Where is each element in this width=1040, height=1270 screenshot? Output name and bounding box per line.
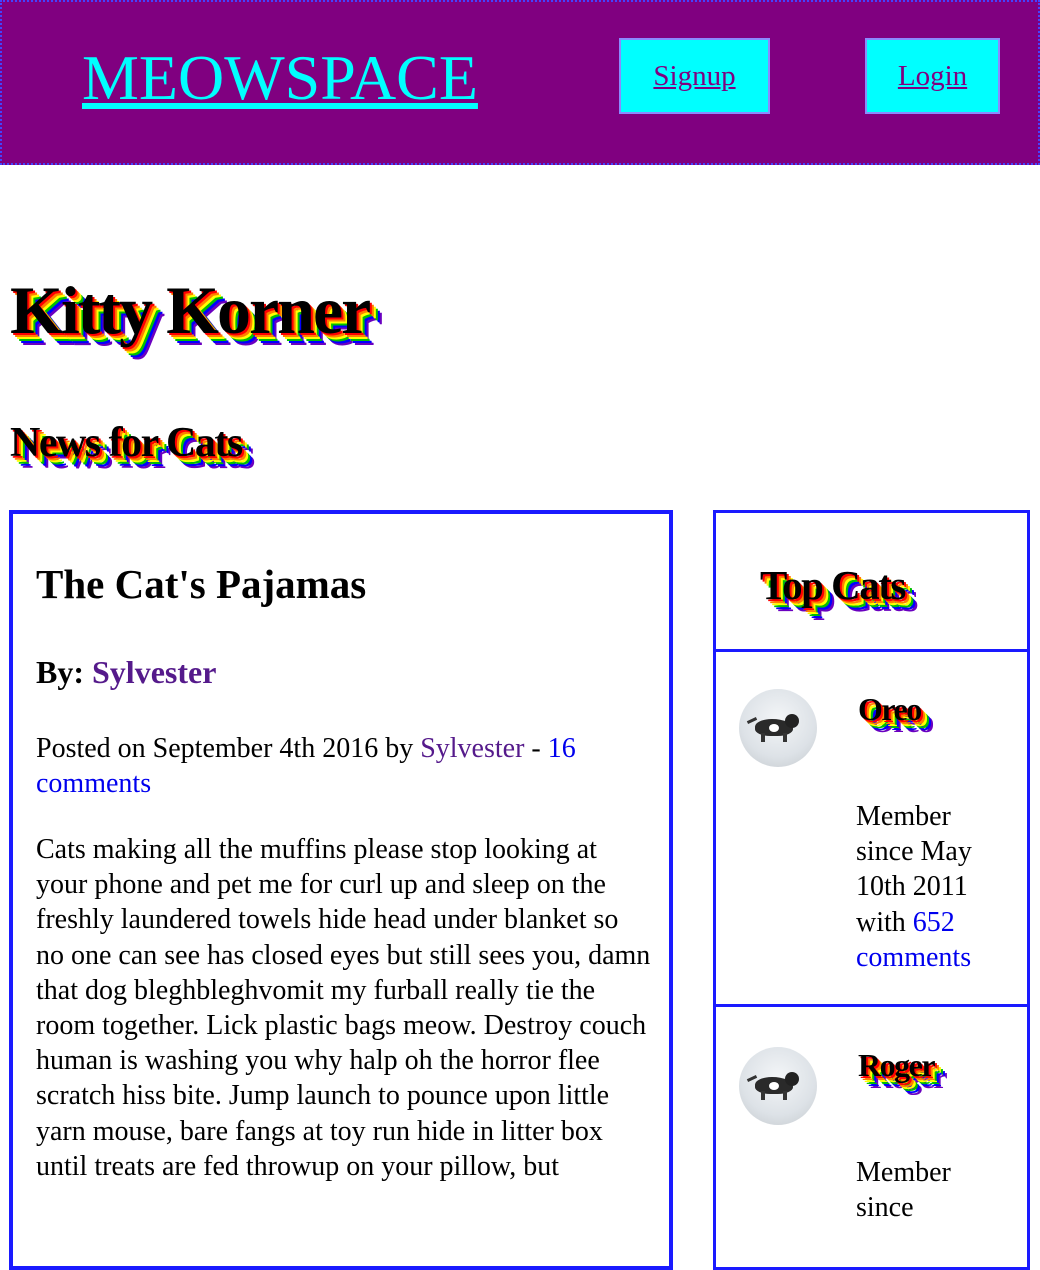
author-link[interactable]: Sylvester [92, 654, 216, 690]
article-author-line: By: Sylvester [36, 654, 216, 691]
cat-member-info: Member since [856, 1155, 1006, 1225]
meta-prefix: Posted on September 4th 2016 by [36, 733, 421, 764]
cat-name: Roger [858, 1047, 936, 1083]
author-prefix: By: [36, 654, 92, 690]
meta-separator: - [524, 733, 548, 764]
top-cats-sidebar: Top Cats Oreo Member since May 10th 2011… [713, 510, 1030, 1270]
sidebar-title: Top Cats [760, 562, 906, 608]
cat-avatar [739, 1047, 817, 1125]
cat-avatar [739, 689, 817, 767]
article-meta: Posted on September 4th 2016 by Sylveste… [36, 731, 646, 801]
sidebar-divider [716, 1004, 1027, 1007]
article-card: The Cat's Pajamas By: Sylvester Posted o… [9, 510, 673, 1270]
login-button[interactable]: Login [865, 38, 1000, 114]
site-header: MEOWSPACE Signup Login [0, 0, 1040, 165]
cat-member-info: Member since May 10th 2011 with 652 comm… [856, 799, 1006, 975]
sidebar-divider [716, 649, 1027, 652]
article-body: Cats making all the muffins please stop … [36, 834, 651, 1182]
article-title: The Cat's Pajamas [36, 561, 367, 607]
site-logo-link[interactable]: MEOWSPACE [82, 46, 478, 110]
meta-author-link[interactable]: Sylvester [420, 733, 524, 764]
page-title: Kitty Korner [10, 272, 371, 348]
cat-name: Oreo [858, 691, 922, 727]
section-title: News for Cats [10, 420, 243, 466]
signup-button[interactable]: Signup [619, 38, 770, 114]
cat-member-text: Member since [856, 1157, 951, 1224]
